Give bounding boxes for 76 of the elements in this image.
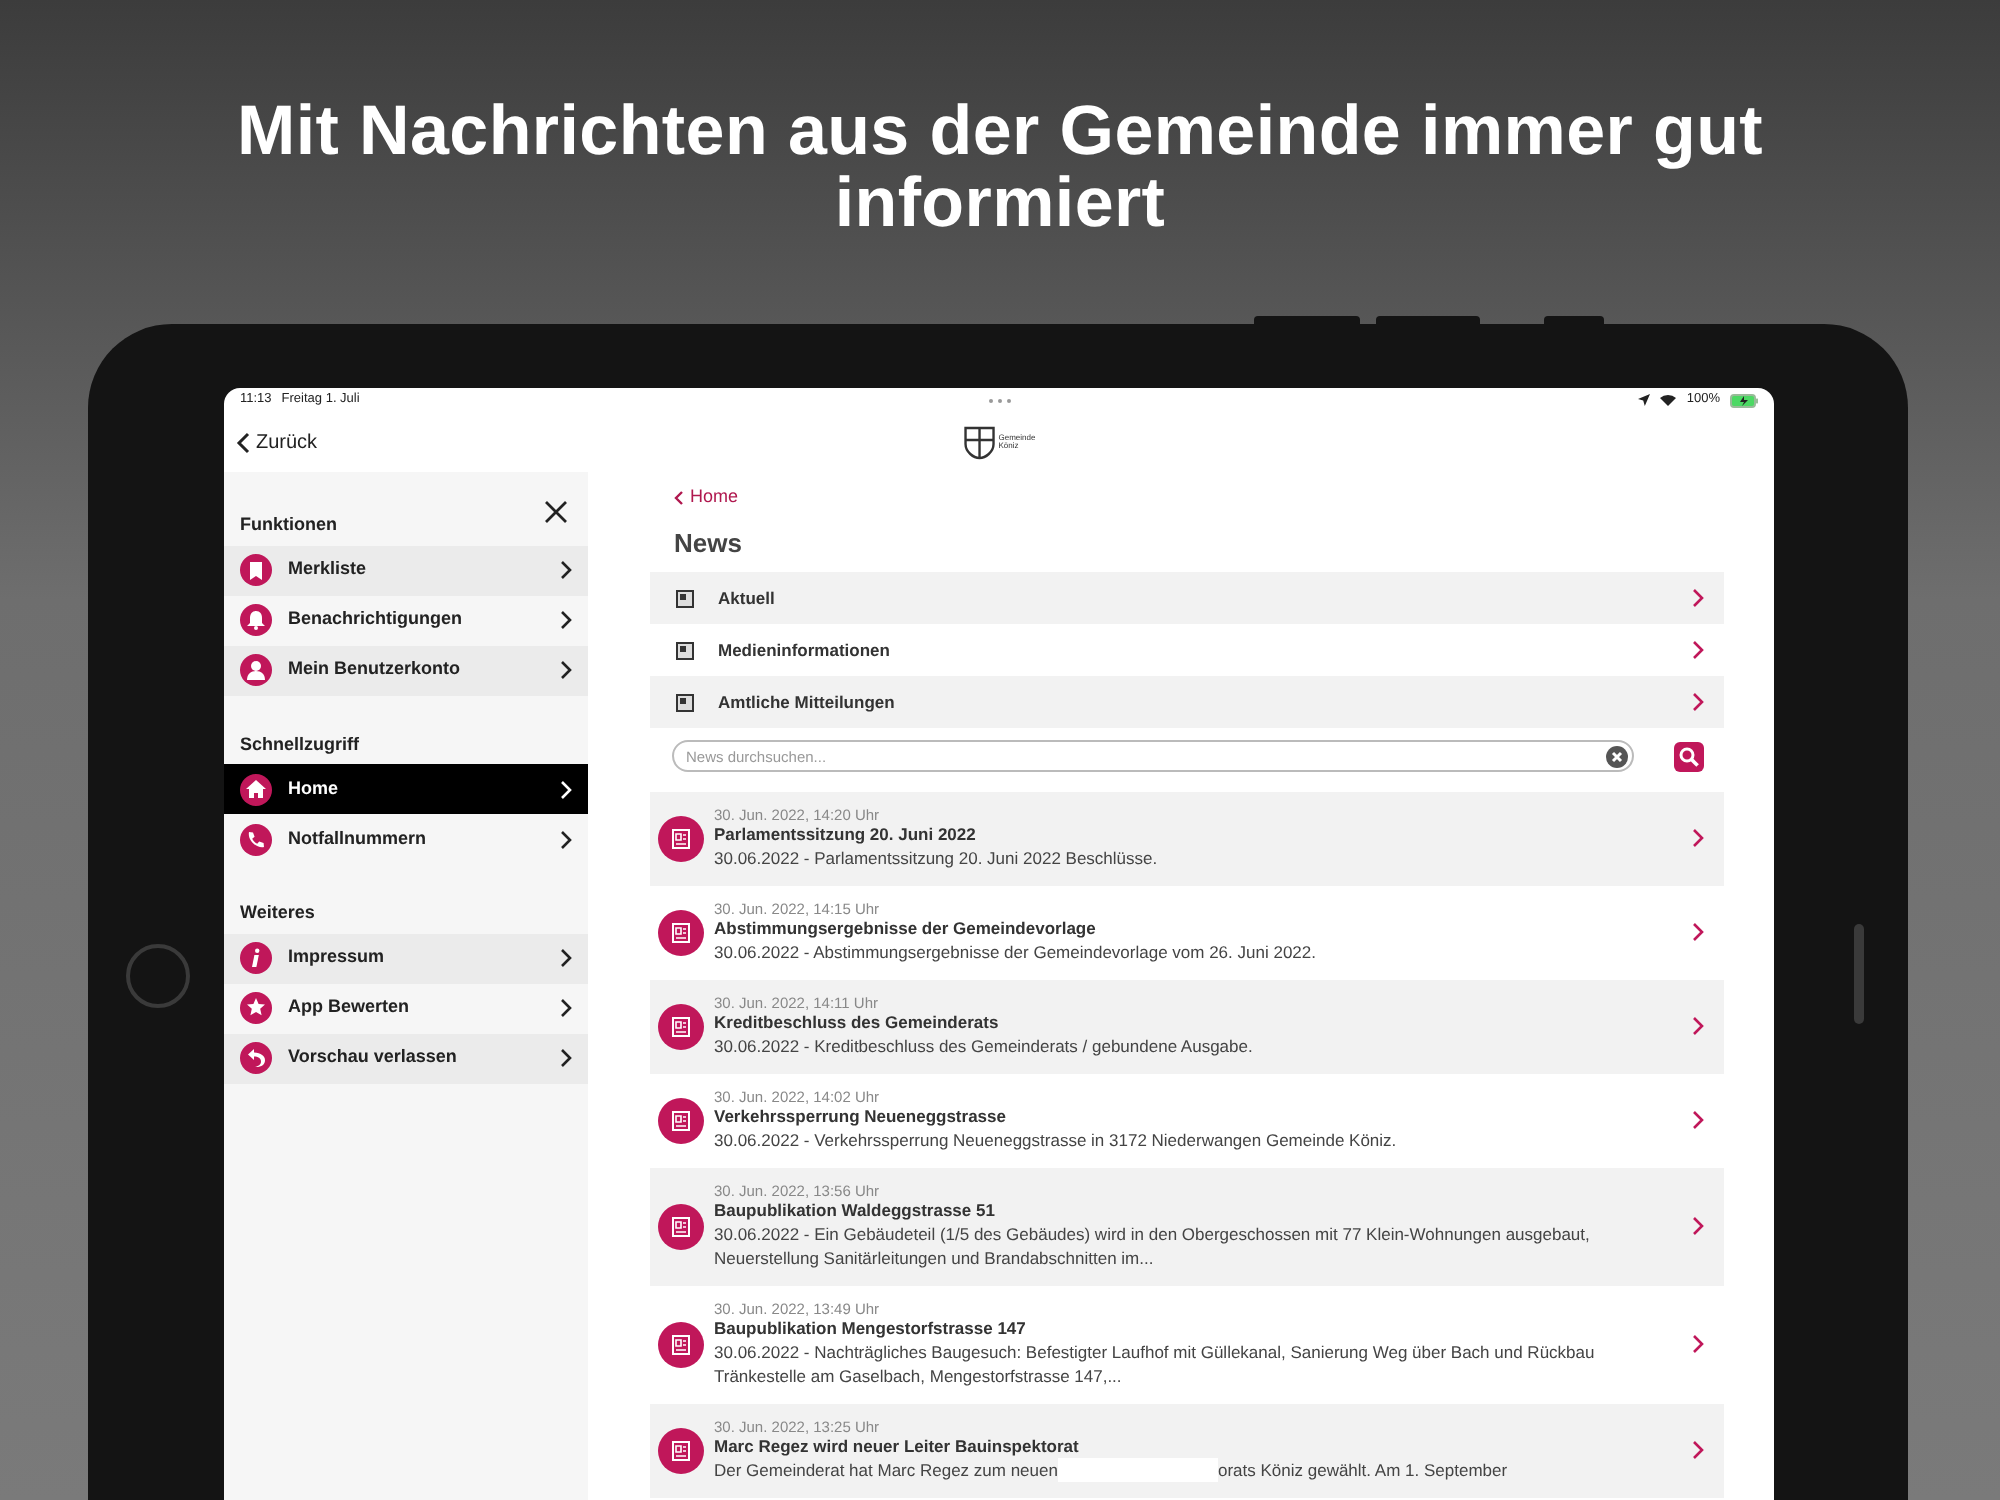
newspaper-icon [676,693,694,711]
sidebar-item[interactable]: Home [224,764,588,814]
chevron-icon [560,948,572,968]
news-summary: Der Gemeinderat hat Marc Regez zum neuen [714,1460,1058,1480]
chevron-icon [1692,1440,1704,1460]
headline: Mit Nachrichten aus der Gemeinde immer gut informiert [234,90,1766,246]
news-title: Baupublikation Waldeggstrasse 51 [714,1200,997,1222]
news-summary: 30.06.2022 - Ein Gebäudeteil (1/5 des Gebäudes) wird in den Obergeschossen mit 77 Klein-Wohnungen ausgebaut, Neuerstellung Sanitärleitungen und Brandabschnitten im... [714,1222,1592,1270]
news-summary: 30.06.2022 - Nachträgliches Baugesuch: Befestigter Laufhof mit Güllekanal, Sanierung Weg über Bach und Rückbau Tränkestelle am Gaselbach, Mengestorfstrasse 147,... [714,1340,1597,1388]
news-summary: 30.06.2022 - Kreditbeschluss des Gemeinderats / gebundene Ausgabe. [714,1034,1255,1058]
chevron-icon [560,998,572,1018]
wifi-icon [1660,394,1677,406]
chevron-icon [1692,1216,1704,1236]
house-icon [240,773,272,805]
section-title: Weiteres [238,900,317,926]
sidebar-item[interactable]: Merkliste [224,545,588,595]
chevron-icon [560,1048,572,1068]
news-title: Marc Regez wird neuer Leiter Bauinspektorat [714,1436,1081,1458]
back-icon [236,431,250,453]
category-item[interactable]: Amtliche Mitteilungen [650,676,1724,728]
chevron-icon [1692,1110,1704,1130]
sidebar-item[interactable]: Impressum [224,933,588,983]
news-item[interactable] [650,1168,1724,1286]
newspaper-icon [658,1427,704,1473]
category-item[interactable]: Aktuell [650,572,1724,624]
camera-ring [126,944,190,1008]
chevron-icon [1692,1334,1704,1354]
chevron-icon [1692,828,1704,848]
newspaper-icon [658,1203,704,1249]
location-icon [1638,394,1651,406]
newspaper-icon [658,1321,704,1367]
chevron-icon [560,779,572,799]
breadcrumb-link[interactable]: Home [650,484,739,511]
chevron-icon [1692,640,1704,660]
dots-icon [987,397,1012,403]
news-summary: 30.06.2022 - Abstimmungsergebnisse der Gemeindevorlage vom 26. Juni 2022. [714,940,1318,964]
chevron-icon [560,660,572,680]
page-title: News [674,525,744,561]
news-summary: 30.06.2022 - Verkehrssperrung Neueneggstrasse in 3172 Niederwangen Gemeinde Köniz. [714,1128,1399,1152]
chevron-icon [560,610,572,630]
chevron-icon [1692,692,1704,712]
info-icon [240,942,272,974]
newspaper-icon [658,909,704,955]
news-title: Parlamentssitzung 20. Juni 2022 [714,824,978,846]
newspaper-icon [658,815,704,861]
chevron-icon [1692,1016,1704,1036]
section-title: Funktionen [238,512,339,538]
clear-icon [1606,745,1628,767]
person-icon [240,654,272,686]
search-icon [1678,745,1700,767]
section-title: Schnellzugriff [238,731,362,758]
chevron-icon [1692,588,1704,608]
news-title: Baupublikation Mengestorfstrasse 147 [714,1318,1028,1340]
chevron-icon [1692,922,1704,942]
newspaper-icon [676,589,694,607]
close-icon [544,500,568,524]
news-summary: orats Köniz gewählt. Am 1. September [1217,1460,1508,1480]
news-title: Verkehrssperrung Neueneggstrasse [714,1106,1008,1128]
newspaper-icon [676,641,694,659]
search-button[interactable] [1674,741,1704,771]
news-summary: 30.06.2022 - Parlamentssitzung 20. Juni 2022 Beschlüsse. [714,846,1160,870]
news-title: Kreditbeschluss des Gemeinderats [714,1012,1001,1034]
news-title: Abstimmungsergebnisse der Gemeindevorlage [714,918,1098,940]
chevron-icon [560,829,572,849]
chevron-icon [560,560,572,580]
bookmark-icon [240,554,272,586]
back-link[interactable]: Zurück [236,427,318,457]
newspaper-icon [658,1003,704,1049]
phone-icon [240,823,272,855]
sidebar-item[interactable]: Vorschau verlassen [224,1033,588,1083]
back-icon [674,489,684,506]
sidebar-item[interactable]: Mein Benutzerkonto [224,645,588,695]
bell-icon [240,604,272,636]
crest-icon [962,425,995,459]
newspaper-icon [658,1097,704,1143]
battery-icon [1730,393,1759,407]
